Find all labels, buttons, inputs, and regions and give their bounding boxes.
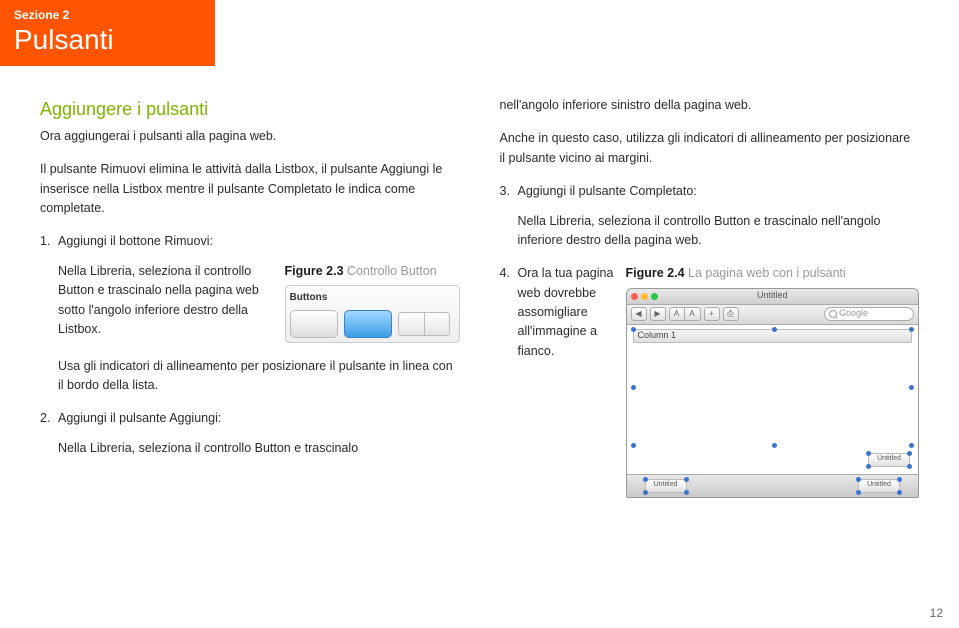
web-canvas: Column 1 — [627, 325, 919, 475]
section-label: Sezione 2 — [14, 8, 201, 22]
step-4-text: Ora la tua pagina web dovrebbe assomigli… — [518, 264, 614, 497]
search-icon — [829, 310, 837, 318]
print-button[interactable]: ⎙ — [723, 307, 739, 321]
content-columns: Aggiungere i pulsanti Ora aggiungerai i … — [0, 66, 959, 498]
cont-para-1: nell'angolo inferiore sinistro della pag… — [500, 96, 920, 115]
forward-button[interactable]: ▶ — [650, 307, 666, 321]
step-1-body-row: Nella Libreria, seleziona il controllo B… — [58, 262, 460, 343]
section-title: Pulsanti — [14, 24, 201, 56]
browser-toolbar: ◀ ▶ A A + ⎙ Google — [627, 305, 919, 325]
step-2-body: Nella Libreria, seleziona il controllo B… — [58, 439, 460, 458]
intro-para: Il pulsante Rimuovi elimina le attività … — [40, 160, 460, 218]
search-field[interactable]: Google — [824, 307, 914, 321]
subheading: Aggiungere i pulsanti — [40, 96, 460, 124]
text-size-segment: A A — [669, 307, 701, 321]
buttons-palette: Buttons — [285, 285, 460, 343]
palette-segmented — [398, 312, 450, 336]
step-title: Aggiungi il bottone Rimuovi: — [58, 232, 460, 251]
resize-handle[interactable] — [631, 327, 636, 332]
step-number: 1. — [40, 232, 58, 251]
back-button[interactable]: ◀ — [631, 307, 647, 321]
resize-handle[interactable] — [772, 327, 777, 332]
palette-button-blue — [344, 310, 392, 338]
figure-label: Figure 2.3 — [285, 264, 344, 278]
step-title: Aggiungi il pulsante Aggiungi: — [58, 409, 460, 428]
resize-handle[interactable] — [772, 443, 777, 448]
figure-caption: Figure 2.3 Controllo Button — [285, 262, 460, 281]
add-button[interactable]: + — [704, 307, 720, 321]
left-column: Aggiungere i pulsanti Ora aggiungerai i … — [40, 96, 460, 498]
palette-label: Buttons — [290, 290, 455, 306]
text-larger-button[interactable]: A — [685, 307, 701, 321]
step-number: 4. — [500, 264, 518, 497]
figure-2-4: Figure 2.4 La pagina web con i pulsanti … — [626, 264, 920, 497]
search-placeholder: Google — [839, 307, 868, 321]
step-2: 2. Aggiungi il pulsante Aggiungi: — [40, 409, 460, 428]
step-number: 2. — [40, 409, 58, 428]
window-title: Untitled — [627, 289, 919, 303]
step-title: Aggiungi il pulsante Completato: — [518, 182, 920, 201]
figure-label: Figure 2.4 — [626, 266, 685, 280]
column-header-text: Column 1 — [638, 329, 677, 343]
mock-browser-window: Untitled ◀ ▶ A A + ⎙ — [626, 288, 920, 498]
step-3: 3. Aggiungi il pulsante Completato: — [500, 182, 920, 201]
step-number: 3. — [500, 182, 518, 201]
palette-row — [290, 310, 455, 338]
lead-text: Ora aggiungerai i pulsanti alla pagina w… — [40, 127, 460, 146]
step-1-body: Nella Libreria, seleziona il controllo B… — [58, 262, 271, 343]
resize-handle[interactable] — [909, 327, 914, 332]
step-1-after: Usa gli indicatori di allineamento per p… — [58, 357, 460, 396]
text-smaller-button[interactable]: A — [669, 307, 685, 321]
step-3-body: Nella Libreria, seleziona il controllo B… — [518, 212, 920, 251]
figure-2-3: Figure 2.3 Controllo Button Buttons — [285, 262, 460, 343]
window-bottom-bar: Untitled Untitled — [627, 475, 919, 497]
step-1: 1. Aggiungi il bottone Rimuovi: — [40, 232, 460, 251]
section-header: Sezione 2 Pulsanti — [0, 0, 215, 66]
resize-handle[interactable] — [909, 385, 914, 390]
widget-button[interactable]: Untitled — [645, 479, 687, 493]
figure-desc: Controllo Button — [344, 264, 437, 278]
palette-button-grey — [290, 310, 338, 338]
widget-button[interactable]: Untitled — [868, 453, 910, 467]
step-4: 4. Ora la tua pagina web dovrebbe assomi… — [500, 264, 920, 497]
resize-handle[interactable] — [631, 385, 636, 390]
right-column: nell'angolo inferiore sinistro della pag… — [500, 96, 920, 498]
resize-handle[interactable] — [909, 443, 914, 448]
cont-para-2: Anche in questo caso, utilizza gli indic… — [500, 129, 920, 168]
window-titlebar: Untitled — [627, 289, 919, 305]
figure-caption: Figure 2.4 La pagina web con i pulsanti — [626, 264, 920, 283]
resize-handle[interactable] — [631, 443, 636, 448]
widget-button[interactable]: Untitled — [858, 479, 900, 493]
step-4-row: Ora la tua pagina web dovrebbe assomigli… — [518, 264, 920, 497]
page-number: 12 — [930, 606, 943, 620]
figure-desc: La pagina web con i pulsanti — [685, 266, 846, 280]
